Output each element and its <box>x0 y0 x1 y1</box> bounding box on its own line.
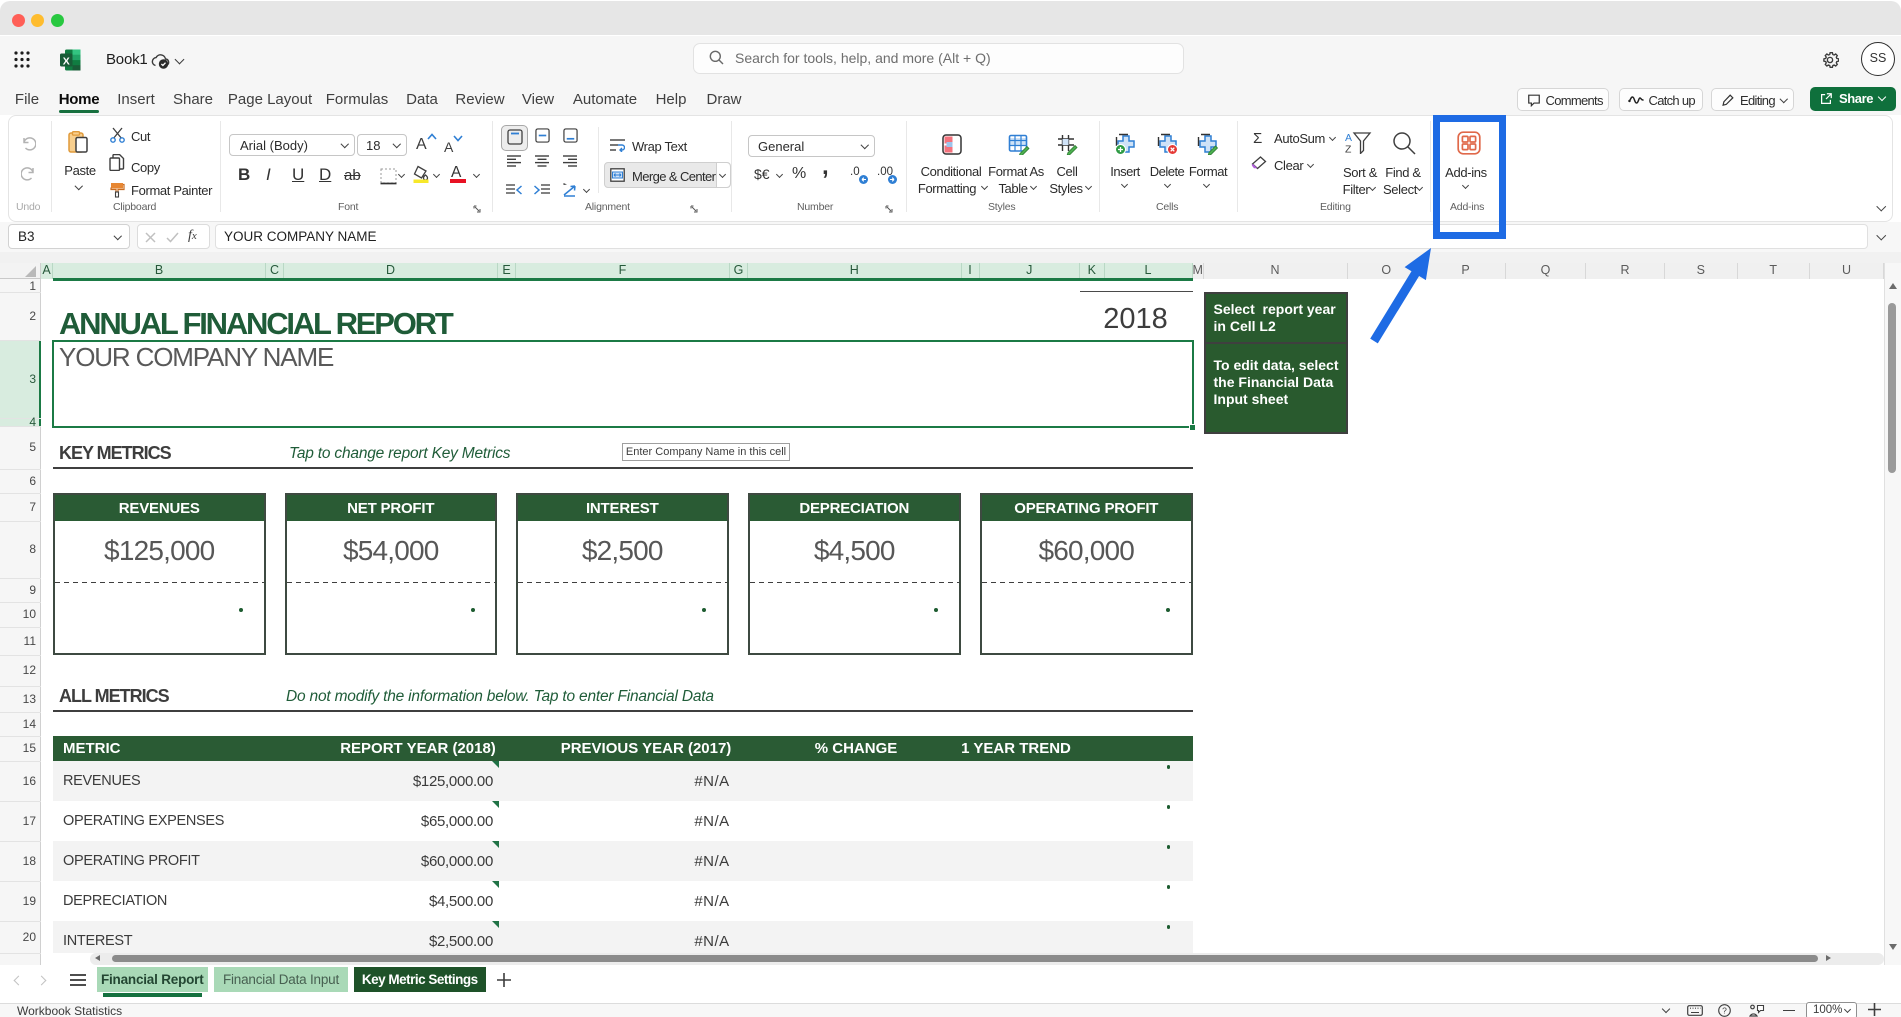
svg-text:Z: Z <box>1345 144 1352 155</box>
svg-text:A: A <box>1345 132 1352 144</box>
svg-text:?: ? <box>1722 1006 1727 1016</box>
